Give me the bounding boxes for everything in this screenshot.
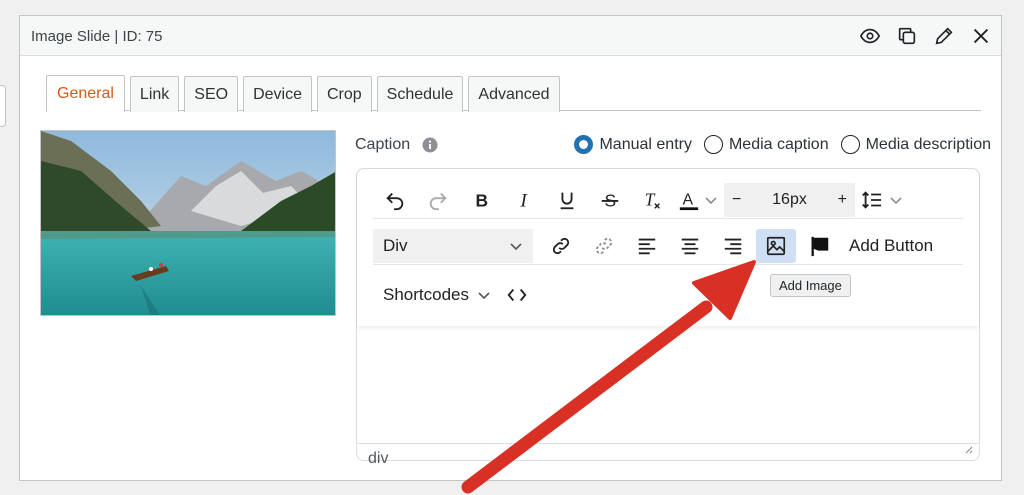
- radio-manual-entry[interactable]: Manual entry: [574, 135, 692, 154]
- tab-schedule[interactable]: Schedule: [376, 76, 464, 112]
- plus-icon[interactable]: +: [838, 191, 847, 209]
- panel-title: Image Slide | ID: 75: [31, 28, 163, 45]
- radio-media-description[interactable]: Media description: [840, 135, 991, 154]
- svg-text:B: B: [475, 190, 488, 210]
- pencil-icon[interactable]: [932, 24, 956, 48]
- duplicate-icon[interactable]: [895, 24, 919, 48]
- info-icon[interactable]: [422, 137, 438, 153]
- shortcodes-menu[interactable]: Shortcodes: [373, 285, 501, 305]
- side-handle: [0, 85, 6, 127]
- italic-icon[interactable]: I: [502, 183, 545, 217]
- line-height-icon[interactable]: [855, 183, 889, 217]
- chevron-down-icon: [478, 292, 490, 300]
- panel-header: Image Slide | ID: 75: [20, 16, 1001, 56]
- slide-image-thumbnail[interactable]: [40, 130, 336, 316]
- chevron-down-icon: [510, 242, 522, 250]
- radio-label: Media caption: [728, 135, 829, 153]
- eye-icon[interactable]: [858, 24, 882, 48]
- radio-media-caption[interactable]: Media caption: [703, 135, 829, 154]
- lake-mountain-image: [41, 131, 335, 315]
- tab-crop[interactable]: Crop: [316, 76, 372, 112]
- toolbar-row-1: B I S T A − 16px +: [373, 181, 963, 219]
- caption-source-options: Manual entry Media caption Media descrip…: [574, 135, 991, 154]
- add-image-tooltip: Add Image: [770, 274, 851, 297]
- align-left-icon[interactable]: [625, 229, 668, 263]
- toolbar-row-2: Div Add Button: [373, 227, 963, 265]
- svg-text:A: A: [683, 191, 694, 208]
- redo-icon[interactable]: [416, 183, 459, 217]
- link-icon[interactable]: [539, 229, 582, 263]
- tab-seo[interactable]: SEO: [184, 76, 239, 112]
- radio-checked-icon: [574, 135, 594, 154]
- resize-handle-icon[interactable]: [963, 444, 973, 454]
- text-color-icon[interactable]: A: [674, 183, 704, 217]
- toolbar-row-3: Shortcodes: [373, 276, 963, 314]
- svg-text:I: I: [519, 190, 528, 211]
- close-icon[interactable]: [969, 24, 993, 48]
- svg-text:T: T: [644, 189, 655, 209]
- image-icon: [766, 236, 786, 255]
- tab-device[interactable]: Device: [243, 76, 312, 112]
- strikethrough-icon[interactable]: S: [588, 183, 631, 217]
- element-path: div: [368, 450, 389, 467]
- radio-label: Manual entry: [599, 135, 692, 153]
- flag-icon[interactable]: [798, 229, 841, 263]
- editor-divider: [357, 443, 979, 444]
- caption-editor: B I S T A − 16px + Div Add Button Shortc…: [356, 168, 980, 467]
- underline-icon[interactable]: [545, 183, 588, 217]
- minus-icon[interactable]: −: [732, 191, 741, 209]
- add-button[interactable]: Add Button: [849, 236, 933, 256]
- clear-formatting-icon[interactable]: T: [631, 183, 674, 217]
- radio-label: Media description: [865, 135, 991, 153]
- code-view-icon[interactable]: [501, 278, 533, 312]
- header-actions: [858, 24, 993, 48]
- image-slide-panel: Image Slide | ID: 75 General Link SEO De…: [19, 15, 1002, 481]
- editor-toolbar: B I S T A − 16px + Div Add Button Shortc…: [357, 169, 979, 326]
- align-center-icon[interactable]: [668, 229, 711, 263]
- font-size-stepper: − 16px +: [724, 182, 855, 217]
- font-size-value[interactable]: 16px: [741, 191, 837, 209]
- radio-unchecked-icon: [840, 135, 860, 154]
- block-format-select[interactable]: Div: [373, 228, 533, 263]
- chevron-down-icon[interactable]: [704, 193, 718, 207]
- tab-general[interactable]: General: [46, 75, 125, 112]
- tab-advanced[interactable]: Advanced: [468, 76, 560, 112]
- radio-unchecked-icon: [703, 135, 723, 154]
- tab-link[interactable]: Link: [129, 76, 180, 112]
- block-format-value: Div: [383, 235, 408, 255]
- chevron-down-icon[interactable]: [889, 193, 903, 207]
- align-right-icon[interactable]: [711, 229, 754, 263]
- tab-bar: General Link SEO Device Crop Schedule Ad…: [46, 75, 981, 112]
- bold-icon[interactable]: B: [459, 183, 502, 217]
- add-image-button[interactable]: [756, 228, 796, 263]
- caption-label: Caption: [355, 136, 411, 153]
- undo-icon[interactable]: [373, 183, 416, 217]
- shortcodes-label: Shortcodes: [383, 285, 469, 304]
- unlink-icon[interactable]: [582, 229, 625, 263]
